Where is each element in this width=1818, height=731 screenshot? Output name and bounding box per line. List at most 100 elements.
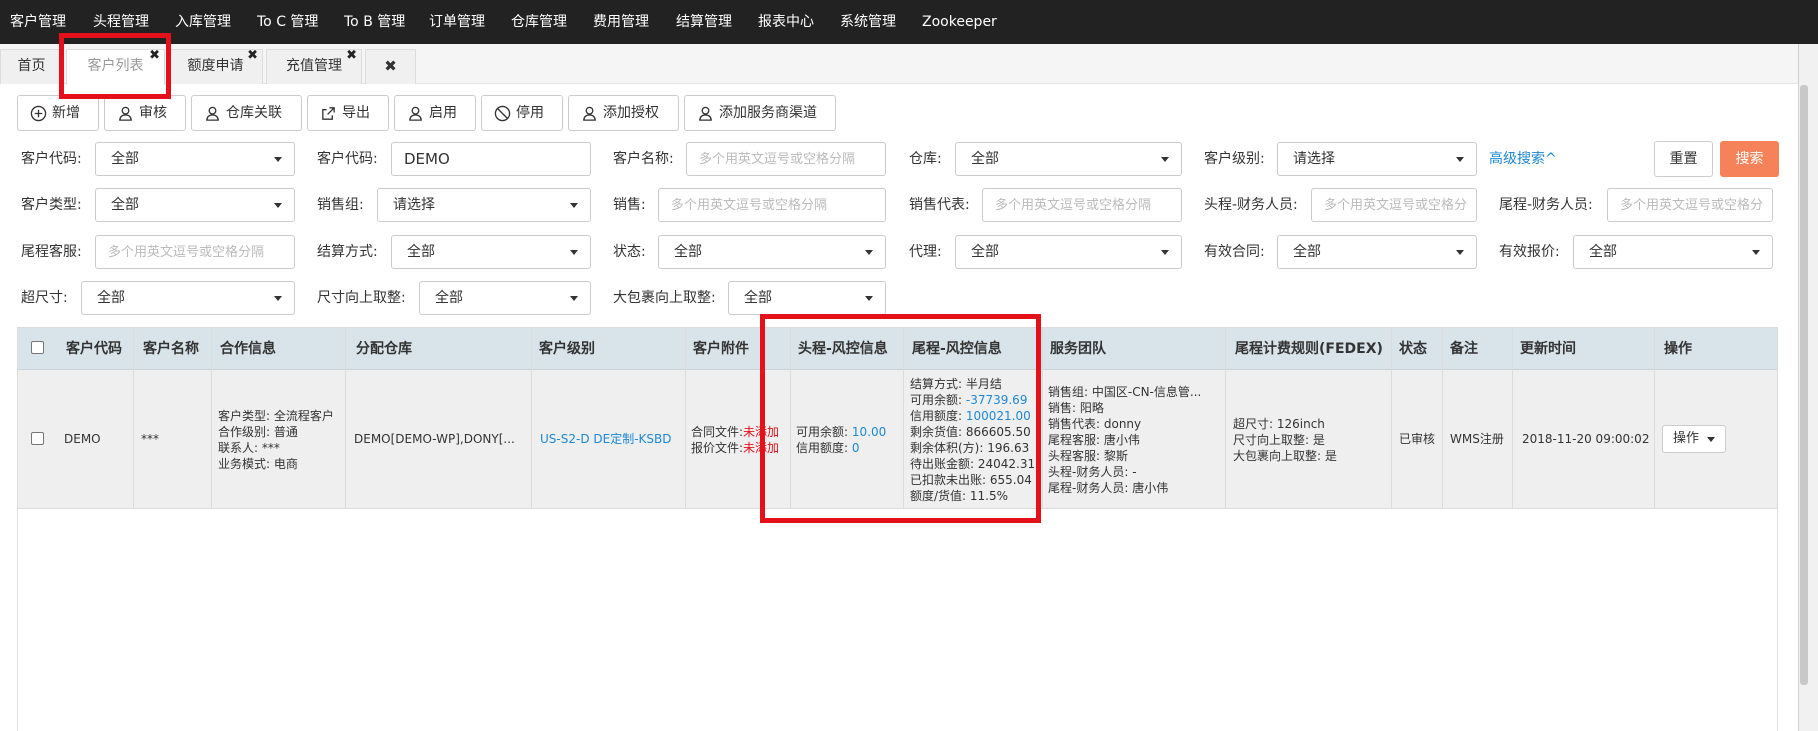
- row-customer-code: DEMO: [64, 432, 101, 446]
- filter-label-agent: 代理:: [909, 244, 942, 260]
- tail-cs-input[interactable]: [95, 235, 295, 269]
- col-service-team: 服务团队: [1050, 341, 1106, 357]
- col-remark: 备注: [1450, 341, 1478, 357]
- sales-group-select[interactable]: 请选择: [377, 188, 591, 222]
- nav-customer-mgmt[interactable]: 客户管理: [10, 0, 66, 44]
- select-all-checkbox[interactable]: [31, 341, 44, 354]
- tab-close-icon[interactable]: ✖: [149, 46, 160, 66]
- status-select[interactable]: 全部: [658, 235, 886, 269]
- tail-risk-label: 剩余体积(方):: [910, 441, 988, 455]
- col-head-risk: 头程-风控信息: [798, 341, 888, 357]
- attach-status[interactable]: 未添加: [743, 425, 779, 439]
- team-line: 销售: 阳略: [1048, 401, 1104, 415]
- warehouse-link-button[interactable]: 仓库关联: [191, 95, 302, 131]
- advanced-search-link[interactable]: 高级搜索^: [1489, 142, 1557, 176]
- column-divider: [903, 328, 904, 509]
- tab-credit-apply[interactable]: 额度申请 ✖: [168, 46, 263, 84]
- col-status: 状态: [1399, 341, 1427, 357]
- team-line: 销售组: 中国区-CN-信息管...: [1048, 385, 1202, 399]
- caret-down-icon: [1456, 250, 1464, 255]
- nav-headhaul-mgmt[interactable]: 头程管理: [93, 0, 149, 44]
- search-button[interactable]: 搜索: [1720, 141, 1779, 177]
- row-tail-risk: 结算方式: 半月结 可用余额: -37739.69 信用额度: 100021.0…: [910, 376, 1035, 504]
- tab-home[interactable]: 首页: [0, 49, 63, 84]
- filter-label-big-pack-roundup: 大包裹向上取整:: [613, 290, 716, 306]
- tab-customer-list[interactable]: 客户列表 ✖: [66, 46, 165, 85]
- tail-finance-input[interactable]: [1607, 188, 1773, 222]
- row-checkbox[interactable]: [31, 432, 44, 445]
- valid-contract-select[interactable]: 全部: [1277, 235, 1477, 269]
- team-line: 尾程客服: 唐小伟: [1048, 433, 1140, 447]
- customer-code-select[interactable]: 全部: [95, 142, 295, 176]
- nav-fee-mgmt[interactable]: 费用管理: [593, 0, 649, 44]
- nav-system-mgmt[interactable]: 系统管理: [840, 0, 896, 44]
- tab-close-icon[interactable]: ✖: [346, 46, 357, 66]
- nav-settlement-mgmt[interactable]: 结算管理: [676, 0, 732, 44]
- nav-tob-mgmt[interactable]: To B 管理: [344, 0, 405, 44]
- tail-risk-value[interactable]: -37739.69: [966, 393, 1028, 407]
- filter-label-size-roundup: 尺寸向上取整:: [317, 290, 406, 306]
- customer-type-select[interactable]: 全部: [95, 188, 295, 222]
- head-finance-input[interactable]: [1311, 188, 1477, 222]
- tail-risk-value[interactable]: 100021.00: [966, 409, 1031, 423]
- tail-risk-label: 可用余额:: [910, 393, 966, 407]
- size-roundup-select[interactable]: 全部: [419, 281, 591, 315]
- customer-name-input[interactable]: [686, 142, 886, 176]
- filter-label-valid-quote: 有效报价:: [1499, 244, 1560, 260]
- settle-method-select-value: 全部: [407, 244, 435, 260]
- head-risk-value[interactable]: 0: [852, 441, 860, 455]
- warehouse-link-button-label: 仓库关联: [226, 105, 282, 121]
- filter-label-settle-method: 结算方式:: [317, 244, 378, 260]
- add-auth-button[interactable]: 添加授权: [568, 95, 679, 131]
- export-button[interactable]: 导出: [307, 95, 389, 131]
- reset-button[interactable]: 重置: [1654, 141, 1713, 177]
- settle-method-select[interactable]: 全部: [391, 235, 591, 269]
- row-customer-level-link[interactable]: US-S2-D DE定制-KSBD: [540, 370, 671, 509]
- agent-select-value: 全部: [971, 244, 999, 260]
- tab-recharge-label: 充值管理: [286, 58, 342, 74]
- nav-zookeeper[interactable]: Zookeeper: [922, 0, 997, 44]
- head-risk-value[interactable]: 10.00: [852, 425, 886, 439]
- nav-warehouse-mgmt[interactable]: 仓库管理: [511, 0, 567, 44]
- caret-down-icon: [274, 157, 282, 162]
- nav-inbound-mgmt[interactable]: 入库管理: [175, 0, 231, 44]
- warehouse-select[interactable]: 全部: [955, 142, 1182, 176]
- status-select-value: 全部: [674, 244, 702, 260]
- team-line: 销售代表: donny: [1048, 417, 1142, 431]
- customer-level-select[interactable]: 请选择: [1277, 142, 1477, 176]
- scrollbar[interactable]: [1800, 85, 1808, 685]
- attach-status[interactable]: 未添加: [743, 441, 779, 455]
- tab-recharge[interactable]: 充值管理 ✖: [266, 46, 362, 84]
- nav-toc-mgmt[interactable]: To C 管理: [257, 0, 318, 44]
- row-action-dropdown[interactable]: 操作: [1662, 425, 1727, 453]
- close-all-tabs-icon[interactable]: ✖: [365, 49, 416, 84]
- user-icon: [409, 106, 422, 121]
- customer-code-input[interactable]: [391, 142, 591, 176]
- disable-button[interactable]: 停用: [481, 95, 563, 131]
- user-icon: [583, 106, 596, 121]
- customer-level-select-value: 请选择: [1293, 151, 1335, 167]
- valid-quote-select[interactable]: 全部: [1573, 235, 1773, 269]
- add-button[interactable]: 新增: [17, 95, 99, 131]
- oversize-select[interactable]: 全部: [81, 281, 295, 315]
- nav-order-mgmt[interactable]: 订单管理: [429, 0, 485, 44]
- valid-contract-select-value: 全部: [1293, 244, 1321, 260]
- table-row[interactable]: DEMO *** 客户类型: 全流程客户 合作级别: 普通 联系人: *** 业…: [18, 370, 1777, 509]
- audit-button[interactable]: 审核: [104, 95, 186, 131]
- customer-code-select-value: 全部: [111, 151, 139, 167]
- tail-risk-value: 24042.31: [977, 457, 1036, 471]
- nav-report-center[interactable]: 报表中心: [758, 0, 814, 44]
- tail-risk-label: 结算方式:: [910, 377, 966, 391]
- enable-button[interactable]: 启用: [394, 95, 476, 131]
- sales-rep-input[interactable]: [982, 188, 1182, 222]
- big-pack-roundup-select[interactable]: 全部: [728, 281, 886, 315]
- caret-down-icon: [570, 203, 578, 208]
- sales-input[interactable]: [658, 188, 886, 222]
- tab-close-icon[interactable]: ✖: [247, 46, 258, 66]
- add-channel-button[interactable]: 添加服务商渠道: [684, 95, 836, 131]
- agent-select[interactable]: 全部: [955, 235, 1182, 269]
- column-divider: [133, 328, 134, 509]
- tab-home-label: 首页: [17, 58, 46, 74]
- column-divider: [1442, 328, 1443, 509]
- sales-group-select-value: 请选择: [393, 197, 435, 213]
